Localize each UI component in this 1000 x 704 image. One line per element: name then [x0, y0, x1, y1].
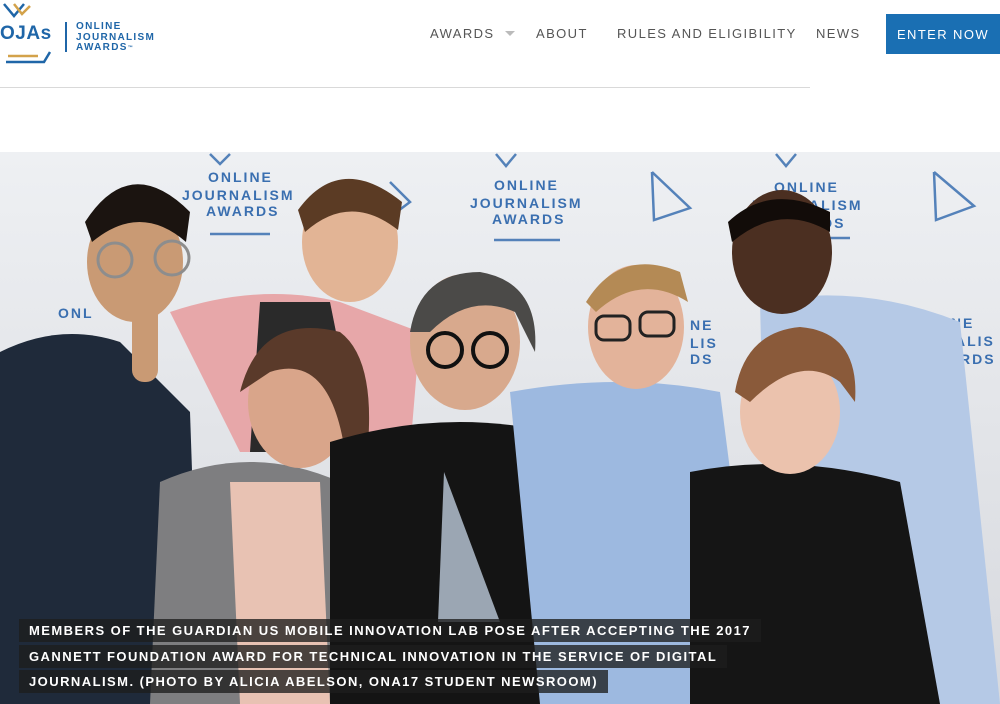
photo-caption-text: MEMBERS OF THE GUARDIAN US MOBILE INNOVA…	[19, 619, 761, 693]
enter-now-button[interactable]: ENTER NOW	[886, 14, 1000, 54]
svg-text:ONLINE: ONLINE	[494, 177, 559, 193]
site-logo[interactable]: OJAs ONLINE JOURNALISM AWARDS™	[0, 0, 170, 70]
backdrop-text-journalism: JOURNALISM	[182, 187, 295, 203]
nav-news[interactable]: NEWS	[816, 26, 861, 41]
photo-caption: MEMBERS OF THE GUARDIAN US MOBILE INNOVA…	[19, 618, 779, 695]
svg-text:NE: NE	[690, 317, 713, 333]
logo-wordmark: ONLINE JOURNALISM AWARDS™	[76, 21, 155, 54]
chevron-down-icon	[504, 31, 515, 36]
nav-rules-and-eligibility[interactable]: RULES AND ELIGIBILITY	[617, 26, 797, 41]
backdrop-text-awards: AWARDS	[206, 203, 279, 219]
backdrop-text-online: ONLINE	[208, 169, 273, 185]
logo-line-1: ONLINE	[76, 21, 122, 32]
svg-text:JOURNALISM: JOURNALISM	[470, 195, 583, 211]
site-header: OJAs ONLINE JOURNALISM AWARDS™ AWARDS AB…	[0, 0, 1000, 88]
logo-trademark: ™	[127, 45, 133, 51]
nav-awards[interactable]: AWARDS	[430, 26, 515, 41]
logo-line-3: AWARDS	[76, 42, 128, 53]
svg-text:ONL: ONL	[58, 305, 94, 321]
hero-photo: ONLINE JOURNALISM AWARDS ONLINE JOURNALI…	[0, 152, 1000, 704]
svg-text:RDS: RDS	[960, 351, 996, 367]
logo-divider	[65, 22, 67, 52]
svg-text:DS: DS	[690, 351, 713, 367]
svg-text:LIS: LIS	[690, 335, 718, 351]
svg-text:AWARDS: AWARDS	[492, 211, 565, 227]
nav-awards-label: AWARDS	[430, 26, 495, 41]
header-divider	[0, 87, 810, 88]
nav-about[interactable]: ABOUT	[536, 26, 588, 41]
logo-abbreviation: OJAs	[0, 23, 52, 44]
